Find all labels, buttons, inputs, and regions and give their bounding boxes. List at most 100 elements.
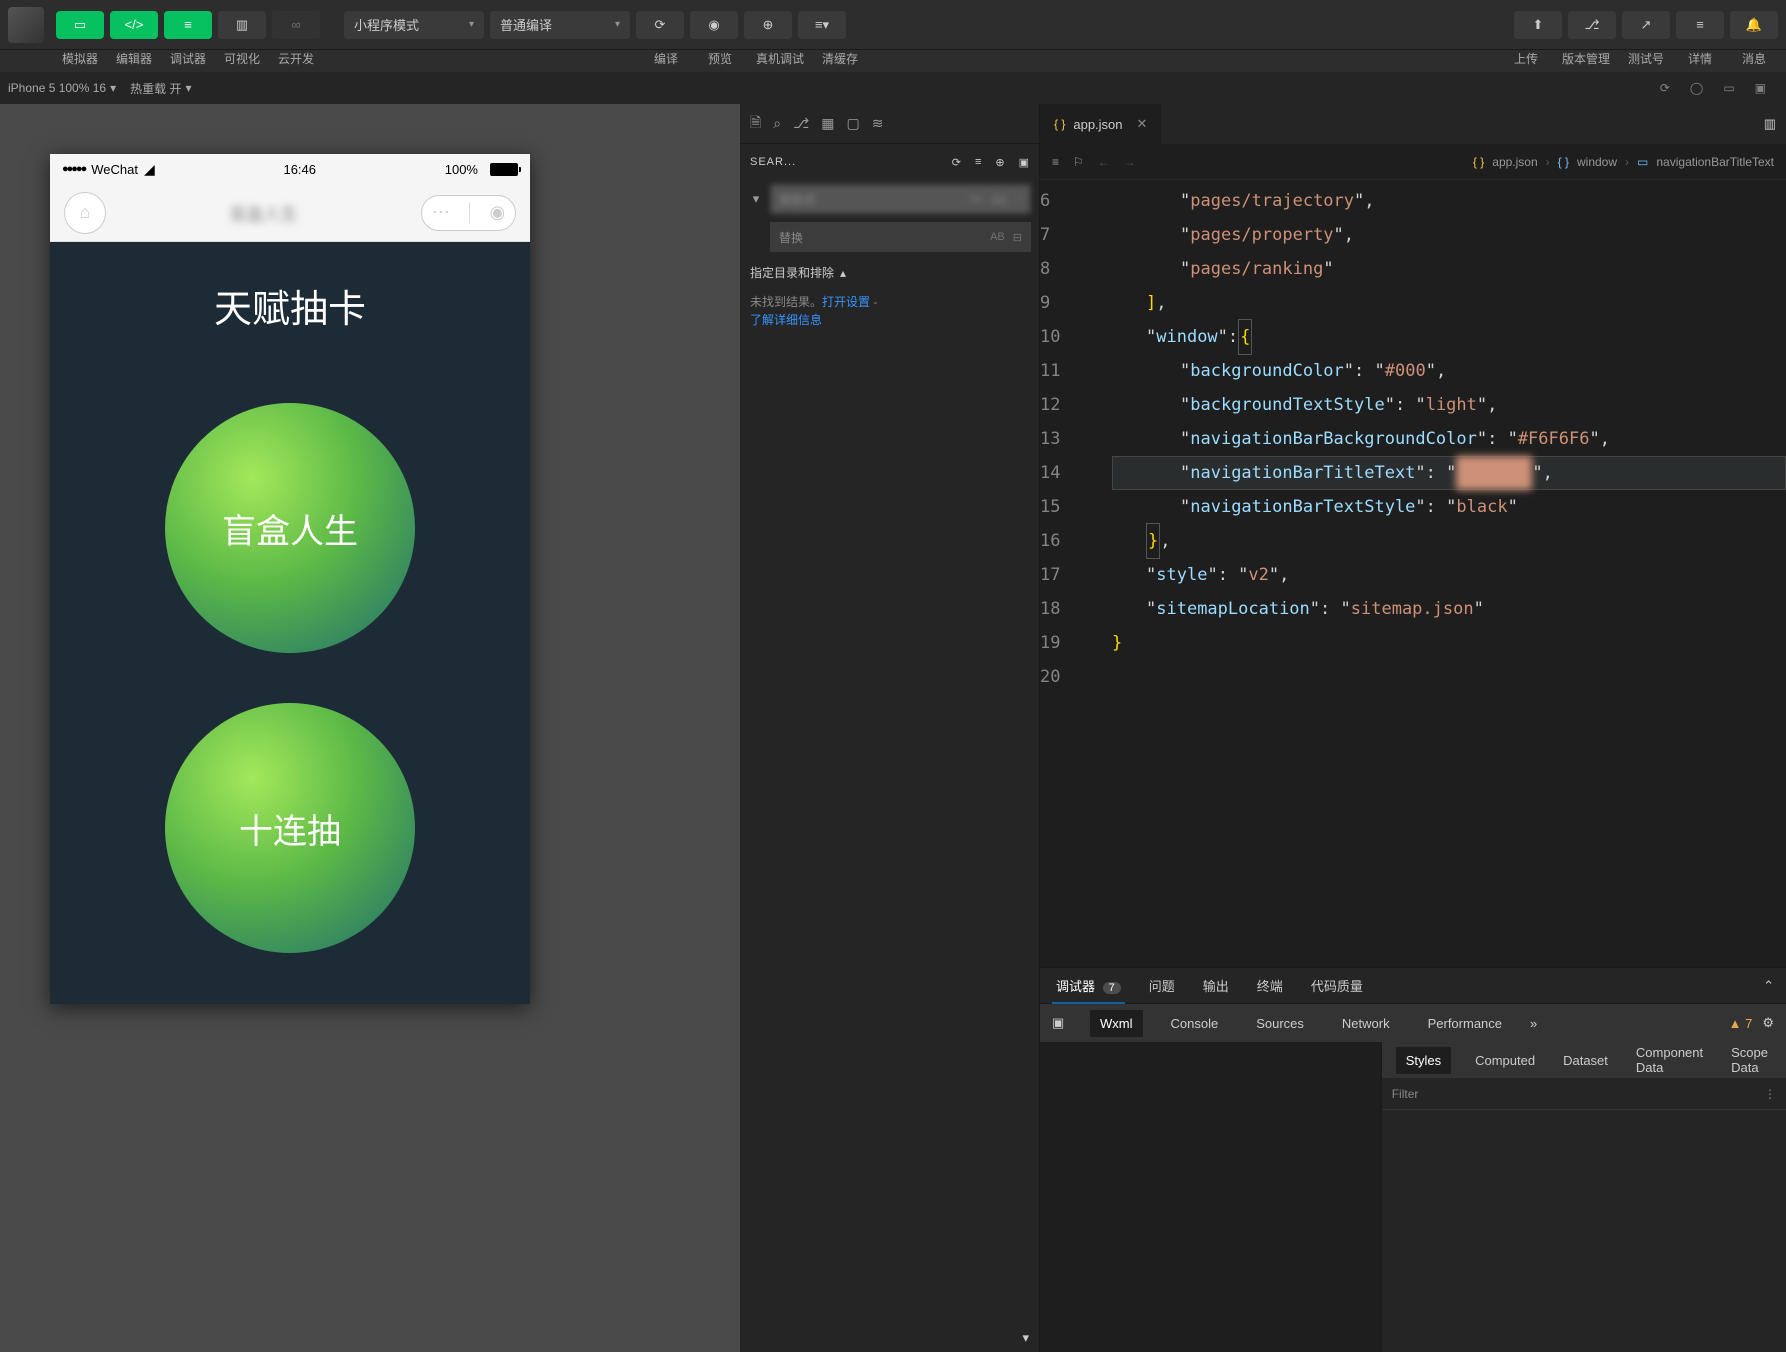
phone-frame: ●●●●● WeChat ◢ 16:46 100% ⌂ 盲盒人生 ⋯ ◉ — [50, 154, 530, 1004]
learn-more-link[interactable]: 了解详细信息 — [750, 313, 822, 327]
style-tab-styles[interactable]: Styles — [1396, 1047, 1451, 1074]
style-tab-scope[interactable]: Scope Data — [1727, 1039, 1772, 1081]
target-icon[interactable]: ◉ — [490, 202, 506, 223]
phone-content: 天赋抽卡 盲盒人生 十连抽 — [50, 242, 530, 1004]
battery-label: 100% — [445, 162, 478, 177]
tab-label: 消息 — [1730, 50, 1778, 67]
chevron-up-icon[interactable]: ⌃ — [1763, 978, 1774, 994]
hotreload-select[interactable]: 热重载 开 ▾ — [130, 80, 191, 97]
branch-icon[interactable]: ⎇ — [793, 115, 809, 132]
breadcrumb[interactable]: { } app.json › { } window › ▭ navigation… — [1473, 155, 1774, 169]
chevron-down-icon[interactable]: ▾ — [740, 1324, 1039, 1352]
device-select[interactable]: iPhone 5 100% 16 ▾ — [8, 81, 116, 95]
editor-tabs: { } app.json ✕ ▥ — [1040, 104, 1786, 144]
json-icon: { } — [1473, 155, 1484, 169]
preview-button[interactable]: ◉ — [690, 11, 738, 39]
search-input[interactable]: 搜索词 AaAbl.* — [770, 184, 1031, 214]
orb-button-2[interactable]: 十连抽 — [165, 703, 415, 953]
compile-select-label: 普通编译 — [500, 15, 552, 34]
gear-icon[interactable]: ⚙ — [1762, 1015, 1774, 1031]
editor-tab-appjson[interactable]: { } app.json ✕ — [1040, 104, 1162, 144]
forward-icon[interactable]: → — [1124, 155, 1136, 169]
list-icon[interactable]: ≡ — [1052, 155, 1059, 169]
visual-button[interactable]: ▥ — [218, 11, 266, 39]
style-tab-dataset[interactable]: Dataset — [1559, 1047, 1612, 1074]
files-icon[interactable]: 🗎 — [750, 112, 761, 136]
editor-toolbar: ≡ ⚐ ← → { } app.json › { } window › ▭ na… — [1040, 144, 1786, 180]
grid-icon[interactable]: ▦ — [821, 115, 834, 132]
debugger-button[interactable]: ≡ — [164, 11, 212, 39]
clear-cache-button[interactable]: ≡▾ — [798, 11, 846, 39]
style-tab-component[interactable]: Component Data — [1632, 1039, 1707, 1081]
devtool-performance[interactable]: Performance — [1418, 1010, 1512, 1037]
time-label: 16:46 — [283, 162, 316, 177]
search-results: 未找到结果。打开设置 - 了解详细信息 — [740, 289, 1039, 333]
capsule-button[interactable]: ⋯ ◉ — [421, 195, 516, 231]
tab-label: 详情 — [1676, 50, 1724, 67]
chevron-up-icon: ▴ — [840, 266, 846, 280]
debug-tab-output[interactable]: 输出 — [1199, 968, 1233, 1003]
search-icon[interactable]: ⌕ — [773, 115, 781, 132]
warning-icon[interactable]: ▲ 7 — [1729, 1016, 1753, 1031]
debug-tab-problems[interactable]: 问题 — [1145, 968, 1179, 1003]
code-editor[interactable]: 67891011121314151617181920 "pages/trajec… — [1040, 180, 1786, 967]
stop-icon[interactable]: ◯ — [1690, 81, 1703, 95]
upload-button[interactable]: ⬆ — [1514, 11, 1562, 39]
refresh-icon[interactable]: ⟳ — [1660, 81, 1670, 95]
debug-tab-debugger[interactable]: 调试器 7 — [1052, 968, 1125, 1003]
avatar[interactable] — [8, 7, 44, 43]
devtool-console[interactable]: Console — [1161, 1010, 1229, 1037]
home-button[interactable]: ⌂ — [64, 192, 106, 234]
details-button[interactable]: ≡ — [1676, 11, 1724, 39]
search-toolbar: SEAR... ⟳ ≡ ⊕ ▣ — [740, 144, 1039, 180]
debug-tab-quality[interactable]: 代码质量 — [1307, 968, 1367, 1003]
orb-button-1[interactable]: 盲盒人生 — [165, 403, 415, 653]
simulator-button[interactable]: ▭ — [56, 11, 104, 39]
chevron-down-icon: ▾ — [185, 81, 191, 95]
docker-icon[interactable]: ≋ — [872, 115, 884, 132]
signal-icon: ●●●●● — [62, 163, 85, 175]
styles-pane: Styles Computed Dataset Component Data S… — [1381, 1042, 1786, 1352]
editor-button[interactable]: </> — [110, 11, 158, 39]
version-button[interactable]: ⎇ — [1568, 11, 1616, 39]
search-section-toggle[interactable]: 指定目录和排除 ▴ — [740, 256, 1039, 289]
test-button[interactable]: ↗ — [1622, 11, 1670, 39]
multi-icon[interactable]: ▣ — [1755, 81, 1766, 95]
mode-select[interactable]: 小程序模式 ▾ — [344, 11, 484, 39]
search-header: 🗎 ⌕ ⎇ ▦ ▢ ≋ — [740, 104, 1039, 144]
devtool-network[interactable]: Network — [1332, 1010, 1400, 1037]
top-toolbar: ▭ </> ≡ ▥ ∞ 小程序模式 ▾ 普通编译 ▾ ⟳ ◉ ⊕ ≡▾ ⬆ ⎇ … — [0, 0, 1786, 50]
compile-select[interactable]: 普通编译 ▾ — [490, 11, 630, 39]
back-icon[interactable]: ← — [1098, 155, 1110, 169]
list-icon[interactable]: ≡ — [975, 156, 981, 168]
inspect-icon[interactable]: ▣ — [1052, 1015, 1072, 1031]
split-icon[interactable]: ▥ — [1764, 116, 1776, 132]
compile-button[interactable]: ⟳ — [636, 11, 684, 39]
remote-debug-button[interactable]: ⊕ — [744, 11, 792, 39]
tab-label: 调试器 — [164, 50, 212, 67]
refresh-icon[interactable]: ⟳ — [952, 156, 961, 169]
device-icon[interactable]: ▭ — [1723, 81, 1734, 95]
wxml-tree[interactable] — [1040, 1042, 1381, 1352]
tab-label: 上传 — [1502, 50, 1550, 67]
cloud-button[interactable]: ∞ — [272, 11, 320, 39]
more-icon[interactable]: ⋯ — [432, 202, 450, 223]
style-tab-computed[interactable]: Computed — [1471, 1047, 1539, 1074]
close-icon[interactable]: ✕ — [1137, 116, 1148, 132]
device-bar: iPhone 5 100% 16 ▾ 热重载 开 ▾ ⟳ ◯ ▭ ▣ — [0, 72, 1786, 104]
debug-panel: 调试器 7 问题 输出 终端 代码质量 ⌃ ▣ Wxml Console Sou… — [1040, 967, 1786, 1352]
chevron-down-icon: ▾ — [110, 81, 116, 95]
box-icon[interactable]: ▢ — [846, 115, 859, 132]
more-icon[interactable]: » — [1530, 1016, 1537, 1031]
chevron-down-icon[interactable]: ▾ — [748, 191, 764, 207]
replace-input[interactable]: 替换 AB⊟ — [770, 222, 1031, 252]
devtool-sources[interactable]: Sources — [1246, 1010, 1314, 1037]
notification-button[interactable]: 🔔 — [1730, 11, 1778, 39]
debug-tab-terminal[interactable]: 终端 — [1253, 968, 1287, 1003]
devtool-wxml[interactable]: Wxml — [1090, 1010, 1143, 1037]
filter-input[interactable]: Filter ⋮ — [1382, 1078, 1786, 1110]
collapse-icon[interactable]: ▣ — [1019, 156, 1029, 169]
newfile-icon[interactable]: ⊕ — [995, 156, 1004, 169]
open-settings-link[interactable]: 打开设置 — [822, 295, 870, 309]
bookmark-icon[interactable]: ⚐ — [1073, 155, 1084, 169]
